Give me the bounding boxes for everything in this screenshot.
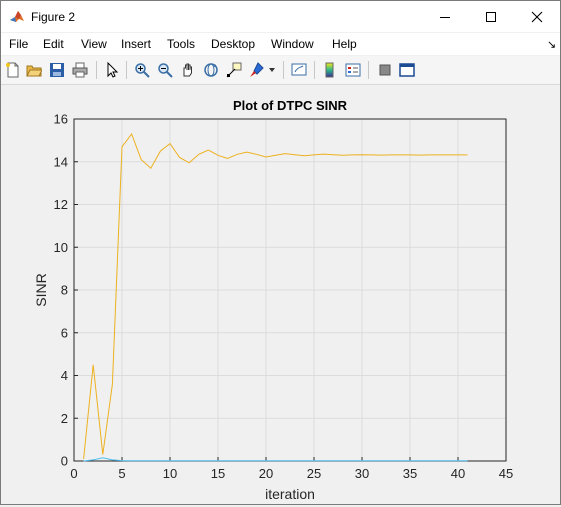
toolbar-separator: [96, 61, 97, 79]
pointer-button[interactable]: [103, 61, 121, 79]
print-icon: [72, 62, 88, 78]
maximize-icon: [486, 11, 496, 22]
x-tick-label: 20: [259, 466, 273, 481]
menu-bar: File Edit View Insert Tools Desktop Wind…: [1, 33, 560, 55]
y-tick-label: 4: [61, 368, 68, 383]
zoom-in-button[interactable]: [133, 61, 151, 79]
print-button[interactable]: [71, 61, 89, 79]
y-tick-label: 6: [61, 325, 68, 340]
figure-window: Figure 2 File Edit View Insert Tools Des…: [0, 0, 561, 505]
brush-dropdown[interactable]: [267, 61, 277, 79]
minimize-icon: [440, 16, 450, 18]
grid-lines: [74, 119, 506, 461]
menu-window[interactable]: Window: [271, 37, 314, 51]
x-tick-label: 0: [70, 466, 77, 481]
data-cursor-button[interactable]: [225, 61, 243, 79]
legend-icon: [345, 63, 361, 77]
link-plot-button[interactable]: [290, 61, 308, 79]
x-tick-label: 10: [163, 466, 177, 481]
show-plot-tools-button[interactable]: [398, 61, 416, 79]
y-tick-label: 16: [54, 112, 68, 127]
menu-insert[interactable]: Insert: [121, 37, 151, 51]
matlab-logo-icon: [10, 11, 24, 22]
menu-view[interactable]: View: [81, 37, 107, 51]
menu-edit[interactable]: Edit: [43, 37, 64, 51]
title-bar[interactable]: Figure 2: [1, 1, 560, 32]
y-tick-label: 8: [61, 283, 68, 298]
rotate-3d-icon: [204, 63, 218, 77]
brush-icon: [250, 62, 264, 77]
open-file-icon: [26, 65, 42, 77]
x-tick-label: 35: [403, 466, 417, 481]
x-tick-label: 15: [211, 466, 225, 481]
y-axis-label: SINR: [33, 273, 49, 306]
window-title: Figure 2: [31, 10, 76, 24]
y-tick-label: 12: [54, 197, 68, 212]
x-tick-label: 40: [451, 466, 465, 481]
show-plot-tools-icon: [399, 63, 415, 77]
figure-canvas[interactable]: 0 5 10 15 20 25 30 35 40 45 0 2 4 6 8 10 12 14 16 Plot of …: [1, 85, 560, 504]
zoom-out-icon: [158, 63, 173, 78]
toolbar-separator: [283, 61, 284, 79]
toolbar-separator: [368, 61, 369, 79]
new-figure-icon: [6, 62, 19, 78]
toolbar-separator: [126, 61, 127, 79]
pointer-icon: [107, 62, 119, 78]
x-axis-label: iteration: [265, 486, 315, 502]
hide-plot-tools-button[interactable]: [376, 61, 394, 79]
save-icon: [50, 63, 64, 77]
pan-button[interactable]: [179, 61, 197, 79]
zoom-in-icon: [135, 63, 150, 78]
x-tick-label: 45: [499, 466, 513, 481]
link-plot-icon: [291, 63, 307, 76]
save-button[interactable]: [48, 61, 66, 79]
colorbar-button[interactable]: [321, 61, 339, 79]
menu-tools[interactable]: Tools: [167, 37, 195, 51]
menu-desktop[interactable]: Desktop: [211, 37, 255, 51]
data-cursor-icon: [226, 62, 242, 78]
close-icon: [531, 11, 543, 22]
y-tick-label: 10: [54, 240, 68, 255]
dock-arrow-icon[interactable]: ↘: [547, 38, 556, 51]
menu-file[interactable]: File: [9, 37, 28, 51]
toolbar-separator: [314, 61, 315, 79]
y-tick-label: 2: [61, 411, 68, 426]
colorbar-icon: [325, 62, 334, 78]
brush-button[interactable]: [248, 61, 266, 79]
chevron-down-icon: [269, 68, 275, 72]
x-tick-label: 30: [355, 466, 369, 481]
zoom-out-button[interactable]: [156, 61, 174, 79]
x-tick-label: 25: [307, 466, 321, 481]
open-file-button[interactable]: [25, 61, 43, 79]
plot-svg[interactable]: 0 5 10 15 20 25 30 35 40 45 0 2 4 6 8 10 12 14 16 Plot of …: [1, 85, 560, 504]
chart-title: Plot of DTPC SINR: [233, 98, 348, 113]
maximize-button[interactable]: [468, 1, 514, 32]
minimize-button[interactable]: [422, 1, 468, 32]
new-figure-button[interactable]: [4, 61, 22, 79]
pan-hand-icon: [183, 63, 192, 77]
rotate-3d-button[interactable]: [202, 61, 220, 79]
x-tick-label: 5: [118, 466, 125, 481]
y-tick-label: 0: [61, 454, 68, 469]
figure-toolbar: [1, 56, 560, 85]
menu-help[interactable]: Help: [332, 37, 357, 51]
legend-button[interactable]: [344, 61, 362, 79]
hide-plot-tools-icon: [379, 64, 391, 76]
close-button[interactable]: [514, 1, 560, 32]
y-tick-label: 14: [54, 154, 68, 169]
